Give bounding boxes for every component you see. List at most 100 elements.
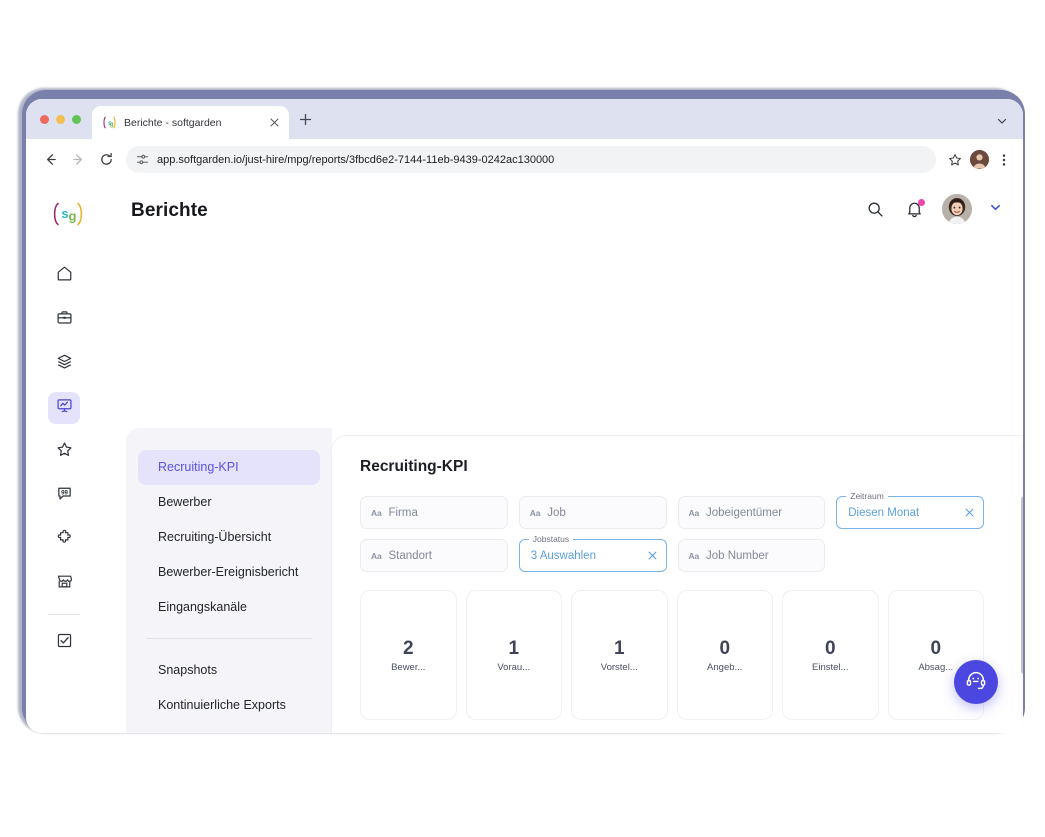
page-settings-icon[interactable] (136, 153, 149, 166)
report-filters: Aa Firma Aa Job Aa Jobeigentümer Zeitrau… (360, 491, 984, 572)
svg-text:g: g (69, 209, 77, 224)
app-header: s g Berichte (26, 180, 1023, 248)
report-content: Recruiting-KPI Aa Firma Aa Job Aa Jobeig… (332, 436, 1010, 733)
filter-zeitraum-value: Diesen Monat (848, 506, 920, 519)
report-title: Recruiting-KPI (360, 458, 468, 475)
close-icon[interactable] (959, 507, 974, 519)
browser-window: s g Berichte - softgarden app.softgarden… (26, 99, 1023, 733)
report-content-card: Recruiting-KPI Aa Firma Aa Job Aa Jobeig… (332, 436, 1023, 733)
rail-item-messages[interactable]: 99 (48, 480, 80, 512)
rail-item-home[interactable] (48, 260, 80, 292)
scrollbar-thumb[interactable] (1021, 496, 1023, 674)
kpi-label: Angeb... (707, 661, 743, 673)
kpi-card[interactable]: 0 Angeb... (676, 590, 773, 720)
sidebar-item-recruiting-uebersicht[interactable]: Recruiting-Übersicht (138, 520, 320, 555)
sidebar-item-eingangskanaele[interactable]: Eingangskanäle (138, 590, 320, 625)
svg-text:g: g (110, 121, 114, 128)
layers-icon (56, 353, 73, 375)
filter-standort[interactable]: Aa Standort (360, 539, 508, 572)
filter-jobstatus[interactable]: Jobstatus 3 Auswahlen (518, 534, 667, 572)
kpi-card[interactable]: 1 Vorstel... (571, 590, 668, 720)
arrow-right-icon[interactable] (64, 146, 92, 174)
url-text: app.softgarden.io/just-hire/mpg/reports/… (157, 153, 555, 166)
kpi-label: Bewer... (391, 661, 426, 673)
rail-item-tasks[interactable] (48, 627, 80, 659)
new-tab-button[interactable] (297, 113, 313, 129)
icon-rail: 99 (26, 248, 102, 733)
filter-job[interactable]: Aa Job (518, 496, 667, 529)
close-icon[interactable] (267, 116, 281, 130)
kpi-value: 0 (719, 637, 731, 659)
rail-divider (48, 614, 80, 615)
rail-item-talentpool[interactable] (48, 348, 80, 380)
softgarden-logo-icon[interactable]: s g (45, 198, 91, 230)
filter-job-number[interactable]: Aa Job Number (677, 539, 826, 572)
rail-item-favorites[interactable] (48, 436, 80, 468)
text-field-icon: Aa (371, 507, 382, 518)
headset-support-icon (965, 669, 987, 696)
rail-item-reports[interactable] (48, 392, 80, 424)
search-icon[interactable] (864, 198, 886, 220)
kpi-card[interactable]: 0 Einstel... (782, 590, 879, 720)
filter-zeitraum[interactable]: Zeitraum Diesen Monat (836, 491, 984, 529)
kpi-value: 0 (824, 637, 836, 659)
window-minimize-button[interactable] (56, 115, 65, 124)
text-field-icon: Aa (529, 507, 541, 518)
sidebar-item-bewerber-ereignisbericht[interactable]: Bewerber-Ereignisbericht (138, 555, 320, 590)
home-icon (56, 265, 73, 287)
rail-item-jobs[interactable] (48, 304, 80, 336)
chevron-down-icon[interactable] (989, 202, 1001, 216)
filter-jobeigentuemer[interactable]: Aa Jobeigentümer (677, 496, 826, 529)
star-icon[interactable] (944, 149, 966, 171)
window-close-button[interactable] (40, 115, 49, 124)
svg-text:99: 99 (61, 489, 68, 496)
page-title: Berichte (131, 200, 208, 221)
filter-zeitraum-label: Zeitraum (846, 491, 888, 502)
kpi-card[interactable]: 1 Vorau... (465, 590, 562, 720)
kpi-card[interactable]: 2 Bewer... (360, 590, 457, 720)
close-icon[interactable] (642, 550, 657, 562)
report-nav-sidebar: Recruiting-KPI Bewerber Recruiting-Übers… (126, 428, 332, 733)
browser-tab-title: Berichte - softgarden (124, 116, 222, 129)
application-viewport: s g Berichte 99 Recruiting-KPI Bewerber … (26, 180, 1023, 733)
sidebar-item-recruiting-kpi[interactable]: Recruiting-KPI (138, 450, 320, 485)
kebab-menu-icon[interactable] (995, 149, 1013, 171)
reload-icon[interactable] (92, 146, 120, 174)
text-field-icon: Aa (371, 550, 382, 561)
url-bar[interactable]: app.softgarden.io/just-hire/mpg/reports/… (126, 146, 936, 173)
avatar[interactable] (942, 194, 972, 224)
chevron-down-icon[interactable] (993, 112, 1011, 130)
kpi-label: Absag... (918, 661, 954, 673)
window-maximize-button[interactable] (72, 115, 81, 124)
filter-jobstatus-label: Jobstatus (528, 534, 574, 545)
rail-item-integrations[interactable] (48, 524, 80, 556)
kpi-label: Vorau... (497, 661, 531, 673)
storefront-icon (56, 573, 73, 595)
kpi-value: 1 (613, 637, 625, 659)
browser-tab[interactable]: s g Berichte - softgarden (92, 106, 289, 139)
support-chat-button[interactable] (954, 660, 998, 704)
kpi-label: Vorstel... (600, 661, 638, 673)
text-field-icon: Aa (688, 507, 700, 518)
profile-avatar-icon[interactable] (970, 150, 989, 169)
browser-tabstrip: s g Berichte - softgarden (26, 99, 1023, 139)
browser-toolbar: app.softgarden.io/just-hire/mpg/reports/… (26, 139, 1023, 180)
arrow-left-icon[interactable] (36, 146, 64, 174)
sidebar-item-bewerber[interactable]: Bewerber (138, 485, 320, 520)
text-field-icon: Aa (688, 550, 700, 561)
sidebar-item-kontinuierliche-exports[interactable]: Kontinuierliche Exports (138, 688, 320, 723)
filter-jobstatus-value: 3 Auswahlen (530, 549, 596, 562)
puzzle-icon (56, 529, 73, 551)
checkbox-task-icon (56, 632, 73, 654)
sidebar-item-snapshots[interactable]: Snapshots (138, 653, 320, 688)
star-icon (56, 441, 73, 463)
sidebar-divider (146, 638, 312, 640)
presentation-chart-icon (56, 397, 73, 419)
kpi-label: Einstel... (812, 661, 849, 673)
kpi-value: 0 (930, 637, 942, 659)
rail-item-marketplace[interactable] (48, 568, 80, 600)
kpi-value: 1 (508, 637, 520, 659)
filter-job-placeholder: Job (547, 506, 566, 519)
filter-firma[interactable]: Aa Firma (360, 496, 508, 529)
bell-icon[interactable] (903, 198, 925, 220)
